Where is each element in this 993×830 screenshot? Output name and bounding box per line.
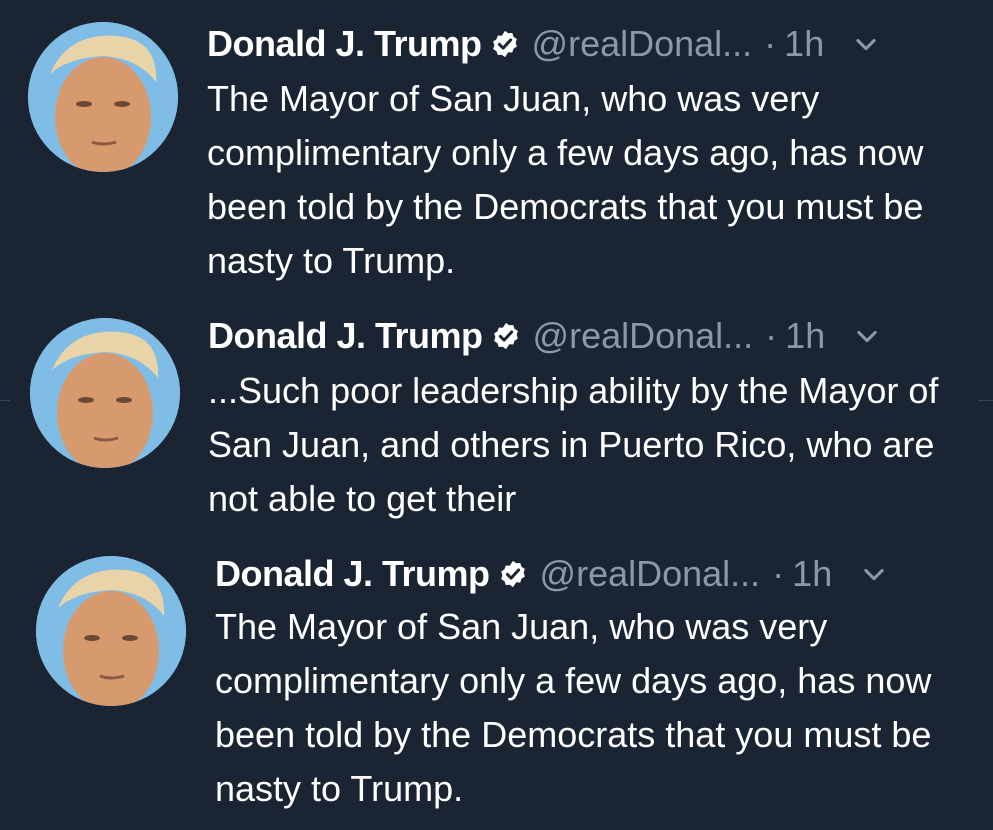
user-handle[interactable]: @realDonal... [533,315,754,357]
profile-avatar-image [36,556,186,706]
tweet-text: The Mayor of San Juan, who was very comp… [207,78,924,281]
display-name[interactable]: Donald J. Trump [207,23,482,65]
verified-badge-icon [491,321,521,351]
display-name[interactable]: Donald J. Trump [215,553,490,595]
divider [0,400,10,401]
user-handle[interactable]: @realDonal... [532,23,753,65]
tweet-text: The Mayor of San Juan, who was very comp… [215,606,932,809]
tweet[interactable]: Donald J. Trump @realDonal... · 1h The M… [0,0,993,300]
chevron-down-icon[interactable] [860,560,888,588]
verified-badge-icon [490,29,520,59]
timestamp[interactable]: 1h [785,315,825,357]
chevron-down-icon[interactable] [852,30,880,58]
avatar[interactable] [36,556,186,706]
profile-avatar-image [30,318,180,468]
chevron-down-icon[interactable] [853,322,881,350]
timestamp[interactable]: 1h [784,23,824,65]
separator: · [764,23,777,64]
divider [978,400,993,401]
separator: · [765,315,778,356]
tweet[interactable]: Donald J. Trump @realDonal... · 1h ...Su… [0,300,993,540]
verified-badge-icon [498,559,528,589]
timestamp[interactable]: 1h [792,553,832,595]
tweet[interactable]: Donald J. Trump @realDonal... · 1h The M… [0,540,993,830]
avatar[interactable] [30,318,180,468]
tweet-text: ...Such poor leadership ability by the M… [208,370,939,519]
separator: · [772,553,785,594]
profile-avatar-image [28,22,178,172]
user-handle[interactable]: @realDonal... [540,553,761,595]
display-name[interactable]: Donald J. Trump [208,315,483,357]
avatar[interactable] [28,22,178,172]
